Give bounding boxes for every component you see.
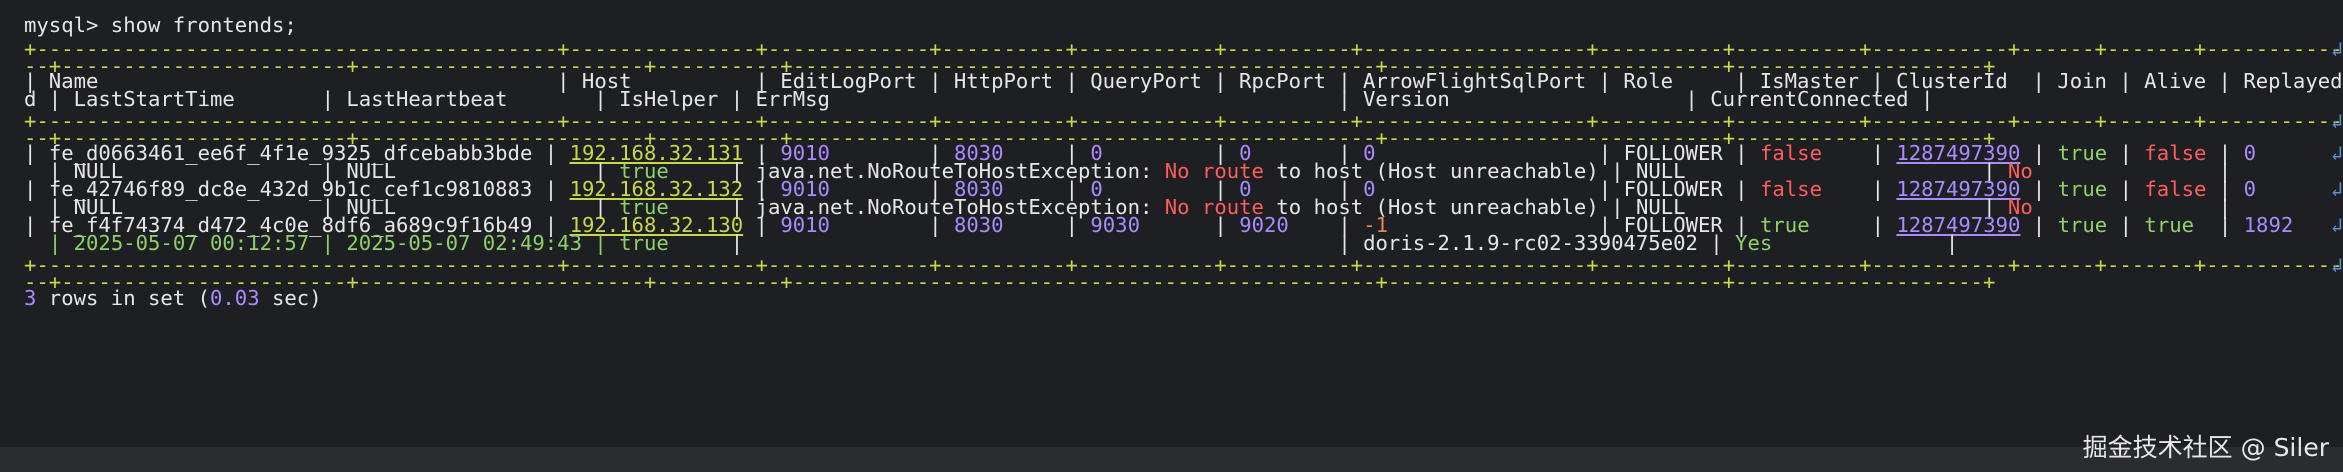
terminal-bottom-bar: [0, 447, 2343, 472]
watermark: 掘金技术社区 @ Siler: [2082, 433, 2329, 462]
wrap-indicator-icon: ↲: [2330, 141, 2343, 165]
wrap-indicator-icon: ↲: [2330, 213, 2343, 237]
wrap-indicator-icon: ↲: [2330, 177, 2343, 201]
prompt-text: mysql> show frontends;: [24, 13, 297, 37]
terminal-window: mysql> show frontends; +----------------…: [0, 0, 2343, 472]
wrap-indicator-icon: ↲: [2330, 253, 2343, 277]
wrap-indicator-icon: ↲: [2330, 37, 2343, 61]
command-prompt: mysql> show frontends;: [24, 12, 297, 39]
wrap-indicator-icon: ↲: [2330, 109, 2343, 133]
result-summary: 3 rows in set (0.03 sec): [24, 286, 322, 310]
